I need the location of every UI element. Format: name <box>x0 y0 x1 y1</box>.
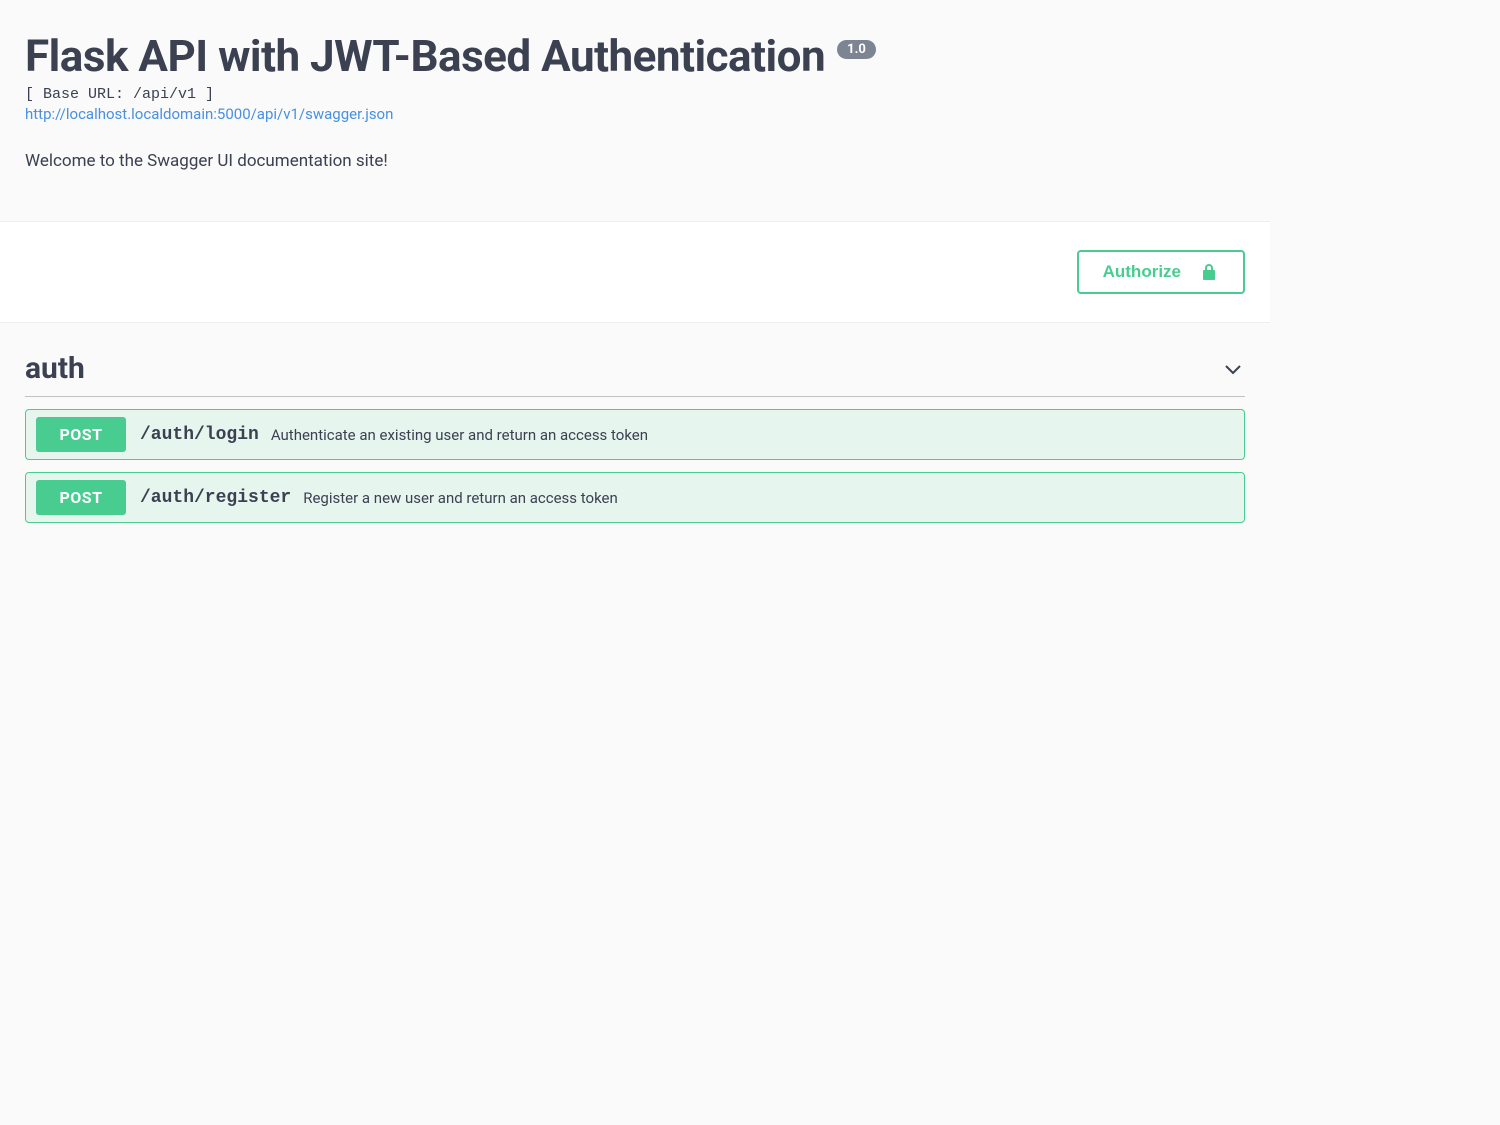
authorize-bar: Authorize <box>0 221 1270 323</box>
operation-auth-login[interactable]: POST /auth/login Authenticate an existin… <box>25 409 1245 460</box>
api-description: Welcome to the Swagger UI documentation … <box>25 151 1245 171</box>
tag-header-auth[interactable]: auth <box>25 351 1245 397</box>
operations-section: auth POST /auth/login Authenticate an ex… <box>0 323 1270 551</box>
operation-path: /auth/register <box>140 488 291 508</box>
method-badge-post: POST <box>36 480 126 515</box>
method-badge-post: POST <box>36 417 126 452</box>
header-section: Flask API with JWT-Based Authentication … <box>0 0 1270 221</box>
page-title: Flask API with JWT-Based Authentication <box>25 30 825 82</box>
operation-summary: Authenticate an existing user and return… <box>271 426 648 444</box>
chevron-down-icon <box>1221 357 1245 381</box>
operation-auth-register[interactable]: POST /auth/register Register a new user … <box>25 472 1245 523</box>
swagger-json-link[interactable]: http://localhost.localdomain:5000/api/v1… <box>25 105 393 123</box>
authorize-label: Authorize <box>1103 262 1181 282</box>
operation-summary: Register a new user and return an access… <box>303 489 618 507</box>
lock-icon <box>1199 262 1219 282</box>
operation-path: /auth/login <box>140 425 259 445</box>
authorize-button[interactable]: Authorize <box>1077 250 1245 294</box>
version-badge: 1.0 <box>837 40 876 59</box>
tag-name: auth <box>25 351 85 386</box>
base-url-label: [ Base URL: /api/v1 ] <box>25 86 1245 103</box>
